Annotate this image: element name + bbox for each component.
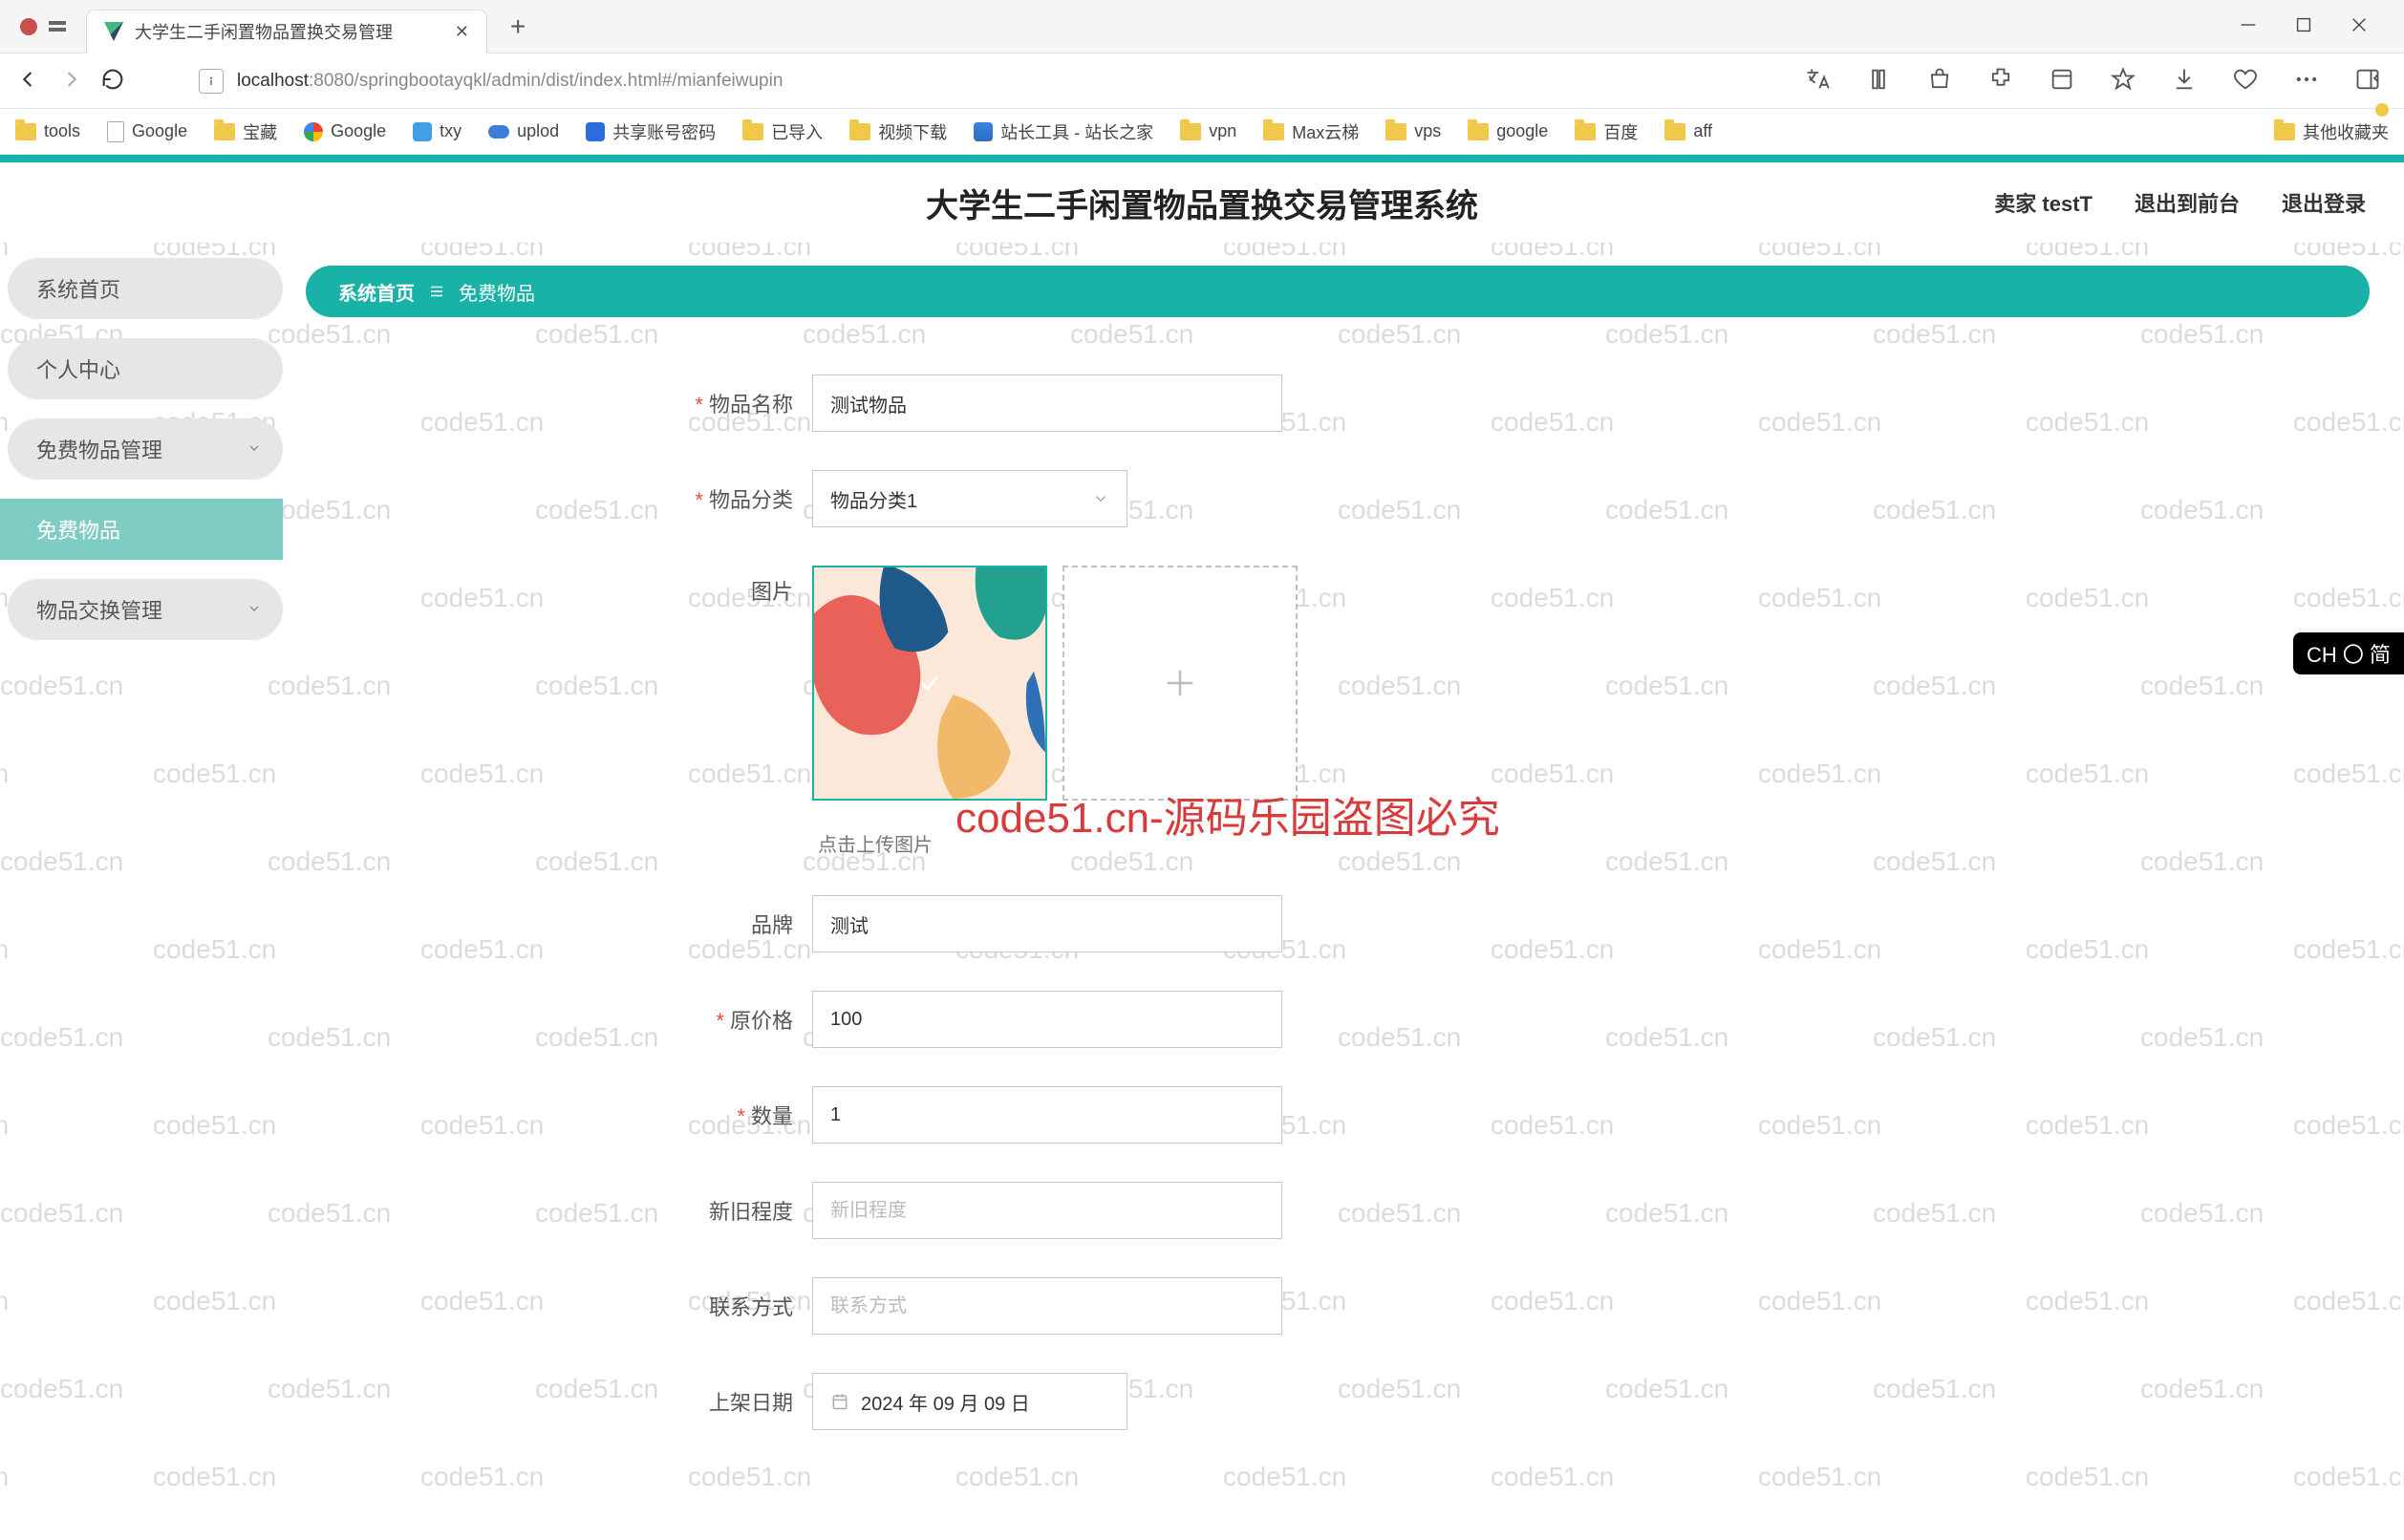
sidebar-item-exchange-manage[interactable]: 物品交换管理 — [8, 579, 283, 640]
calendar-icon — [830, 1392, 849, 1411]
image-thumbnail[interactable] — [812, 566, 1047, 801]
header-user-link[interactable]: 卖家 testT — [1994, 187, 2093, 218]
chevron-down-icon — [1092, 490, 1109, 507]
chevron-down-icon — [247, 597, 262, 622]
bookmark-link[interactable]: Google — [304, 121, 386, 141]
back-button[interactable] — [15, 66, 42, 96]
notification-dot-icon — [2375, 103, 2389, 117]
input-shelf-date[interactable]: 2024 年 09 月 09 日 — [812, 1373, 1127, 1430]
profile-icon[interactable] — [20, 18, 37, 35]
bookmark-folder[interactable]: tools — [15, 121, 80, 141]
header-to-front-link[interactable]: 退出到前台 — [2135, 187, 2240, 218]
date-value: 2024 年 09 月 09 日 — [861, 1388, 1030, 1416]
downloads-icon[interactable] — [2171, 66, 2198, 96]
check-icon — [916, 670, 943, 696]
bookmark-folder[interactable]: google — [1468, 121, 1548, 141]
breadcrumb-current: 免费物品 — [459, 278, 535, 306]
close-tab-icon[interactable]: ✕ — [455, 22, 469, 42]
bookmark-folder[interactable]: 百度 — [1575, 119, 1638, 144]
browser-titlebar: 大学生二手闲置物品置换交易管理 ✕ + — [0, 0, 2404, 53]
bookmarks-bar: tools Google 宝藏 Google txy uplod 共享账号密码 … — [0, 109, 2404, 155]
sidebar-item-profile[interactable]: 个人中心 — [8, 338, 283, 399]
label-shelf-date: 上架日期 — [631, 1386, 793, 1417]
main-content: 系统首页 免费物品 *物品名称 *物品分类 物品分类1 — [306, 243, 2404, 1540]
sidebar-item-free-manage[interactable]: 免费物品管理 — [8, 418, 283, 480]
select-category[interactable]: 物品分类1 — [812, 470, 1127, 527]
shopping-icon[interactable] — [1926, 66, 1953, 96]
label-brand: 品牌 — [631, 909, 793, 939]
input-contact[interactable] — [812, 1277, 1282, 1335]
label-category: *物品分类 — [631, 483, 793, 514]
browser-tab[interactable]: 大学生二手闲置物品置换交易管理 ✕ — [86, 10, 487, 53]
plus-icon — [1161, 664, 1199, 702]
new-tab-button[interactable]: + — [499, 11, 537, 42]
header-logout-link[interactable]: 退出登录 — [2282, 187, 2366, 218]
bookmark-folder[interactable]: Max云梯 — [1263, 119, 1359, 144]
app-title: 大学生二手闲置物品置换交易管理系统 — [926, 180, 1478, 226]
bookmark-link[interactable]: uplod — [488, 121, 559, 141]
minimize-icon[interactable] — [2238, 14, 2259, 38]
form: *物品名称 *物品分类 物品分类1 图片 — [306, 374, 2370, 1430]
window-close-icon[interactable] — [2349, 14, 2370, 38]
sidebar-item-free-items[interactable]: 免费物品 — [0, 499, 283, 560]
breadcrumb-separator-icon — [428, 283, 445, 300]
reader-icon[interactable] — [1865, 66, 1892, 96]
bookmark-link[interactable]: 站长工具 - 站长之家 — [974, 119, 1153, 144]
favicon-vue-icon — [104, 22, 123, 41]
translate-icon[interactable] — [1804, 66, 1831, 96]
input-quantity[interactable] — [812, 1086, 1282, 1144]
bookmark-folder[interactable]: vps — [1385, 121, 1441, 141]
bookmark-folder[interactable]: 视频下载 — [849, 119, 947, 144]
sidebar: 系统首页 个人中心 免费物品管理 免费物品 物品交换管理 — [0, 243, 306, 1540]
bookmark-link[interactable]: Google — [107, 121, 187, 142]
url-bar[interactable]: localhost:8080/springbootayqkl/admin/dis… — [141, 62, 1781, 100]
app-accent-bar — [0, 155, 2404, 162]
chevron-down-icon — [247, 437, 262, 461]
other-bookmarks[interactable]: 其他收藏夹 — [2274, 119, 2389, 144]
label-item-name: *物品名称 — [631, 388, 793, 418]
input-item-name[interactable] — [812, 374, 1282, 432]
heart-icon[interactable] — [2232, 66, 2259, 96]
site-info-icon[interactable] — [199, 69, 224, 94]
select-value: 物品分类1 — [830, 485, 917, 513]
breadcrumb: 系统首页 免费物品 — [306, 266, 2370, 317]
extensions-icon[interactable] — [1987, 66, 2014, 96]
bookmark-folder[interactable]: aff — [1664, 121, 1712, 141]
bookmark-link[interactable]: txy — [413, 121, 461, 141]
upload-hint: 点击上传图片 — [631, 829, 2370, 857]
input-price[interactable] — [812, 991, 1282, 1048]
ime-indicator[interactable]: CH 〇 简 — [2293, 632, 2404, 674]
screenshot-icon[interactable] — [2049, 66, 2075, 96]
refresh-button[interactable] — [99, 66, 126, 96]
bookmark-folder[interactable]: 已导入 — [742, 119, 823, 144]
tabs-menu-icon[interactable] — [49, 18, 66, 35]
input-condition[interactable] — [812, 1182, 1282, 1239]
sidebar-toggle-icon[interactable] — [2354, 66, 2381, 96]
label-condition: 新旧程度 — [631, 1195, 793, 1226]
favorites-icon[interactable] — [2110, 66, 2136, 96]
breadcrumb-home[interactable]: 系统首页 — [338, 278, 415, 306]
bookmark-link[interactable]: 共享账号密码 — [586, 119, 716, 144]
forward-button[interactable] — [57, 66, 84, 96]
label-price: *原价格 — [631, 1004, 793, 1035]
sidebar-item-home[interactable]: 系统首页 — [8, 258, 283, 319]
bookmark-folder[interactable]: vpn — [1180, 121, 1236, 141]
url-text: localhost:8080/springbootayqkl/admin/dis… — [237, 71, 783, 92]
addressbar-row: localhost:8080/springbootayqkl/admin/dis… — [0, 53, 2404, 109]
bookmark-folder[interactable]: 宝藏 — [214, 119, 277, 144]
label-image: 图片 — [631, 575, 793, 606]
app-header: 大学生二手闲置物品置换交易管理系统 卖家 testT 退出到前台 退出登录 — [0, 162, 2404, 243]
label-contact: 联系方式 — [631, 1291, 793, 1321]
upload-button[interactable] — [1062, 566, 1298, 801]
input-brand[interactable] — [812, 895, 1282, 952]
tab-title: 大学生二手闲置物品置换交易管理 — [135, 19, 443, 44]
label-quantity: *数量 — [631, 1100, 793, 1130]
maximize-icon[interactable] — [2293, 14, 2314, 38]
more-icon[interactable] — [2293, 66, 2320, 96]
